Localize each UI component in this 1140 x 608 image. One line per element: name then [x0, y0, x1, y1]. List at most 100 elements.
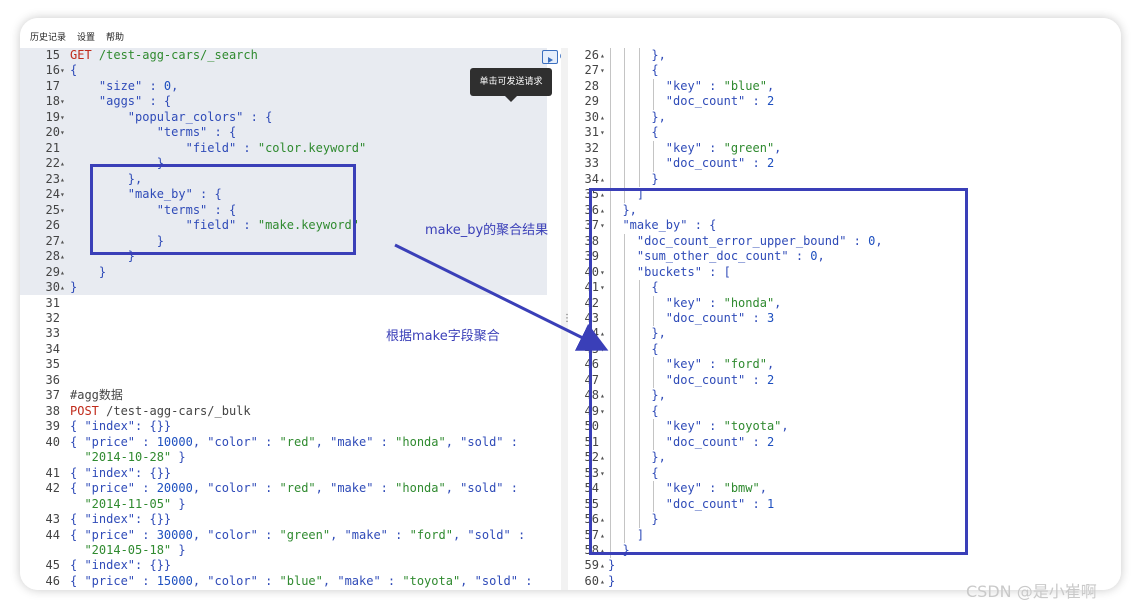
line-number: 61	[568, 589, 599, 590]
line-number: 28	[584, 78, 599, 93]
code-token: "color.keyword"	[257, 140, 367, 155]
request-editor[interactable]: 15 GET /test-agg-cars/_search 16 ▾{17 "size…	[20, 48, 561, 590]
code-token: ,	[774, 140, 782, 155]
code-line: 37 #agg数据	[20, 388, 561, 403]
code-token: 15000	[156, 573, 193, 588]
code-line: "2014-10-28" }	[20, 450, 561, 465]
code-line: 33 "doc_count" : 2	[568, 156, 1121, 172]
pane-splitter[interactable]: ⋮	[561, 48, 572, 590]
line-number: 21	[45, 140, 60, 155]
code-token: , "make" :	[315, 481, 396, 496]
make-by-result-highlight	[589, 188, 968, 555]
request-code[interactable]: 15 GET /test-agg-cars/_search 16 ▾{17 "size…	[20, 48, 561, 589]
menu-help[interactable]: 帮助	[106, 30, 124, 43]
line-number: 18	[45, 94, 60, 109]
code-token: }	[171, 543, 186, 557]
code-line: 28 "key" : "blue",	[568, 78, 1121, 95]
code-line: 46{ "price" : 15000, "color" : "blue", "…	[20, 574, 561, 589]
line-code: {	[70, 63, 77, 78]
line-number: 30	[45, 280, 60, 295]
line-code: }	[608, 574, 615, 589]
code-token: "doc_count" :	[608, 94, 767, 109]
code-token: { "price" :	[70, 434, 157, 449]
fold-toggle-icon[interactable]: ▴	[60, 156, 65, 171]
fold-toggle-icon[interactable]: ▴	[60, 280, 65, 295]
fold-toggle-icon[interactable]: ▴	[600, 574, 605, 589]
line-code: "doc_count" : 2	[608, 94, 774, 109]
code-token: "green"	[723, 140, 775, 155]
code-line: 34 ▴ }	[568, 171, 1121, 188]
menu-bar: 历史记录 设置 帮助	[20, 18, 1121, 48]
line-code: "2014-11-05" }	[70, 497, 185, 512]
line-code: { "index": {}}	[70, 419, 171, 434]
line-number: 40	[45, 434, 60, 449]
line-number: 16	[45, 63, 60, 78]
fold-toggle-icon[interactable]: ▴	[600, 558, 605, 573]
code-token: { "index": {}}	[70, 512, 172, 527]
code-token: 10000	[156, 434, 193, 449]
line-code: }	[608, 558, 615, 573]
fold-toggle-icon[interactable]: ▾	[600, 63, 605, 78]
line-number: 59	[584, 558, 599, 573]
code-line: "2014-05-18" }	[20, 543, 561, 558]
code-token: , "make" :	[330, 527, 410, 542]
code-line: 35	[20, 357, 561, 372]
code-token: , "sold" :	[445, 481, 518, 496]
line-code: POST /test-agg-cars/_bulk	[70, 404, 251, 419]
code-line: 26 ▴ },	[568, 48, 1121, 64]
code-line: 19 ▾ "popular_colors" : {	[20, 110, 561, 125]
send-request-button[interactable]	[542, 50, 558, 64]
code-token: 2	[766, 156, 775, 171]
line-number: 26	[45, 218, 60, 233]
fold-toggle-icon[interactable]: ▾	[60, 110, 65, 125]
code-line: 44{ "price" : 30000, "color" : "green", …	[20, 528, 561, 543]
fold-toggle-icon[interactable]: ▾	[600, 125, 605, 140]
line-code: },	[608, 110, 665, 125]
code-line: 34	[20, 342, 561, 357]
fold-toggle-icon[interactable]: ▴	[60, 265, 65, 280]
code-token: "red"	[279, 434, 316, 449]
line-number: 43	[45, 512, 60, 527]
line-code: { "price" : 10000, "color" : "red", "mak…	[70, 435, 518, 450]
code-token: "honda"	[395, 481, 446, 496]
line-number: 32	[584, 140, 599, 155]
line-code: {	[608, 125, 658, 140]
fold-toggle-icon[interactable]: ▴	[60, 172, 65, 187]
fold-toggle-icon[interactable]: ▴	[60, 234, 65, 249]
code-token: "blue"	[723, 78, 767, 93]
code-token: ,	[766, 78, 775, 93]
code-token: "2014-05-18"	[70, 543, 172, 557]
line-number: 34	[45, 341, 60, 356]
code-token: , "color" :	[192, 434, 280, 449]
fold-toggle-icon[interactable]: ▴	[600, 48, 605, 63]
code-token: , "color" :	[192, 527, 280, 542]
fold-toggle-icon[interactable]: ▾	[60, 203, 65, 218]
fold-toggle-icon[interactable]: ▴	[600, 110, 605, 125]
menu-history[interactable]: 历史记录	[30, 30, 66, 43]
code-token: "field" :	[70, 140, 258, 155]
line-code: "key" : "blue",	[608, 79, 774, 94]
line-number: 44	[45, 527, 60, 542]
fold-toggle-icon[interactable]: ▾	[60, 187, 65, 202]
code-token: POST	[70, 403, 107, 418]
fold-toggle-icon[interactable]: ▴	[600, 172, 605, 187]
code-token: , "color" :	[192, 481, 280, 496]
code-token: "key" :	[608, 140, 724, 155]
code-token: "red"	[279, 481, 316, 496]
code-line: 20 ▾ "terms" : {	[20, 125, 561, 140]
code-token: , "make" :	[322, 573, 403, 588]
code-line: 18 ▾ "aggs" : {	[20, 94, 561, 109]
menu-settings[interactable]: 设置	[77, 30, 95, 43]
fold-toggle-icon[interactable]: ▾	[60, 63, 65, 78]
code-token: GET	[70, 48, 99, 62]
fold-toggle-icon[interactable]: ▾	[60, 125, 65, 140]
line-code: "terms" : {	[70, 125, 236, 140]
line-number: 31	[584, 125, 599, 140]
line-number: 27	[584, 63, 599, 78]
line-number: 27	[45, 233, 60, 248]
fold-toggle-icon[interactable]: ▾	[60, 94, 65, 109]
annotation-result-label: make_by的聚合结果	[425, 223, 549, 238]
fold-toggle-icon[interactable]: ▴	[60, 249, 65, 264]
line-code: },	[608, 48, 665, 63]
line-number: 60	[584, 573, 599, 588]
